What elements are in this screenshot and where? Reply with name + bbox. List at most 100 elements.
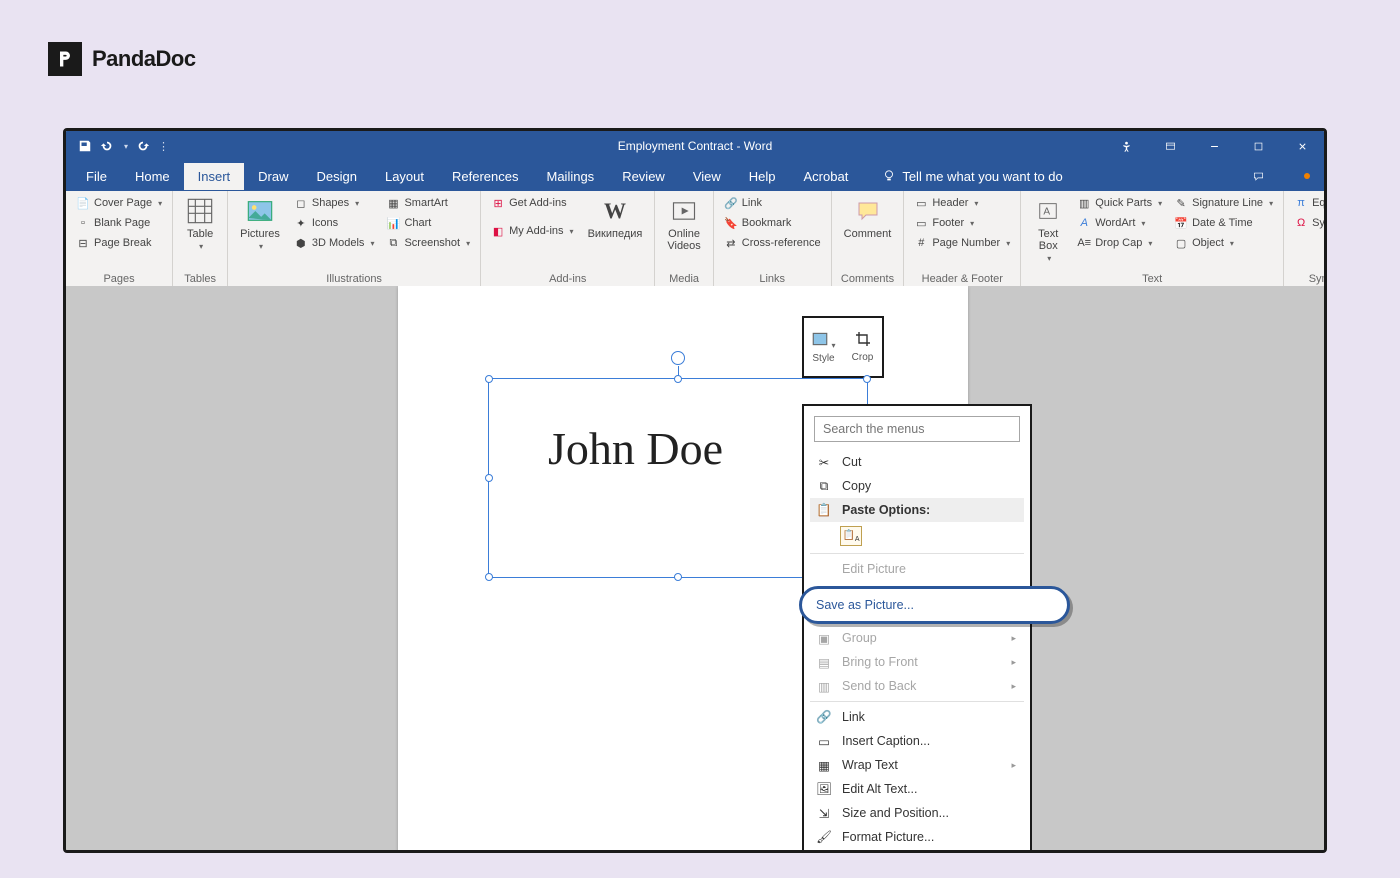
save-icon[interactable] (78, 139, 92, 153)
tab-references[interactable]: References (438, 163, 532, 190)
tab-design[interactable]: Design (303, 163, 371, 190)
accessibility-icon[interactable] (1104, 131, 1148, 161)
signature-line-button[interactable]: ✎Signature Line▾ (1170, 194, 1277, 212)
screenshot-button[interactable]: ⧉Screenshot▾ (382, 234, 474, 252)
equation-button[interactable]: πEquation▾ (1290, 194, 1327, 212)
ctx-send-back: ▥Send to Back▸ (810, 674, 1024, 698)
ctx-cut[interactable]: ✂Cut (810, 450, 1024, 474)
symbol-button[interactable]: ΩSymbol▾ (1290, 214, 1327, 232)
tab-file[interactable]: File (72, 163, 121, 190)
object-button[interactable]: ▢Object▾ (1170, 234, 1277, 252)
ctx-edit-alt[interactable]: 🖼Edit Alt Text... (810, 777, 1024, 801)
undo-dropdown[interactable]: ▾ (124, 142, 128, 151)
close-button[interactable] (1280, 131, 1324, 161)
table-button[interactable]: Table▾ (179, 194, 221, 253)
comment-button[interactable]: Comment (838, 194, 898, 242)
page-break-button[interactable]: ⊟Page Break (72, 234, 166, 252)
icons-icon: ✦ (294, 216, 308, 230)
ctx-edit-picture: Edit Picture (810, 557, 1024, 581)
online-videos-button[interactable]: Online Videos (661, 194, 706, 254)
tab-mailings[interactable]: Mailings (533, 163, 609, 190)
resize-handle[interactable] (485, 573, 493, 581)
smartart-button[interactable]: ▦SmartArt (382, 194, 474, 212)
tab-review[interactable]: Review (608, 163, 679, 190)
object-icon: ▢ (1174, 236, 1188, 250)
store-icon: ⊞ (491, 196, 505, 210)
ctx-link[interactable]: 🔗Link (810, 705, 1024, 729)
wordart-button[interactable]: AWordArt▾ (1073, 214, 1166, 232)
comments-icon[interactable] (1236, 161, 1280, 191)
dropcap-button[interactable]: A≡Drop Cap▾ (1073, 234, 1166, 252)
ctx-format-picture[interactable]: 🖌Format Picture... (810, 825, 1024, 849)
ctx-save-as-picture[interactable]: Save as Picture... (799, 586, 1070, 624)
footer-button[interactable]: ▭Footer▾ (910, 214, 1014, 232)
ctx-wrap-text[interactable]: ▦Wrap Text▸ (810, 753, 1024, 777)
tab-draw[interactable]: Draw (244, 163, 302, 190)
ctx-size-position[interactable]: ⇲Size and Position... (810, 801, 1024, 825)
pictures-button[interactable]: Pictures▾ (234, 194, 286, 253)
blank-page-button[interactable]: ▫Blank Page (72, 214, 166, 232)
group-text: A Text Box▾ ▥Quick Parts▾ AWordArt▾ A≡Dr… (1021, 191, 1284, 288)
undo-icon[interactable] (100, 139, 114, 153)
tab-insert[interactable]: Insert (184, 163, 245, 190)
page-number-button[interactable]: #Page Number▾ (910, 234, 1014, 252)
group-comments: Comment Comments (832, 191, 905, 288)
tab-home[interactable]: Home (121, 163, 184, 190)
redo-icon[interactable] (136, 139, 150, 153)
menu-search[interactable] (814, 416, 1020, 442)
get-addins-button[interactable]: ⊞Get Add-ins (487, 194, 577, 212)
tab-acrobat[interactable]: Acrobat (790, 163, 863, 190)
resize-handle[interactable] (485, 375, 493, 383)
tab-layout[interactable]: Layout (371, 163, 438, 190)
tell-me-search[interactable]: Tell me what you want to do (882, 169, 1062, 184)
quickparts-button[interactable]: ▥Quick Parts▾ (1073, 194, 1166, 212)
link-button[interactable]: 🔗Link (720, 194, 825, 212)
header-button[interactable]: ▭Header▾ (910, 194, 1014, 212)
textbox-button[interactable]: A Text Box▾ (1027, 194, 1069, 265)
icons-button[interactable]: ✦Icons (290, 214, 379, 232)
dropcap-icon: A≡ (1077, 236, 1091, 250)
datetime-button[interactable]: 📅Date & Time (1170, 214, 1277, 232)
tab-help[interactable]: Help (735, 163, 790, 190)
document-area[interactable]: ▾ Style Crop John Doe (66, 286, 1324, 850)
svg-text:A: A (1044, 207, 1051, 218)
ctx-insert-caption[interactable]: ▭Insert Caption... (810, 729, 1024, 753)
ribbon-display-icon[interactable] (1148, 131, 1192, 161)
maximize-button[interactable] (1236, 131, 1280, 161)
minimize-button[interactable] (1192, 131, 1236, 161)
crossref-button[interactable]: ⇄Cross-reference (720, 234, 825, 252)
wrap-icon: ▦ (816, 757, 832, 773)
bring-front-icon: ▤ (816, 654, 832, 670)
shapes-button[interactable]: ◻Shapes▾ (290, 194, 379, 212)
my-addins-button[interactable]: ◧My Add-ins▾ (487, 222, 577, 240)
resize-handle[interactable] (863, 375, 871, 383)
resize-handle[interactable] (674, 573, 682, 581)
brand-logo: PandaDoc (48, 42, 196, 76)
paste-keep-text-button[interactable]: 📋A (840, 526, 862, 546)
alt-text-icon: 🖼 (816, 781, 832, 797)
video-icon (669, 196, 699, 226)
rotate-handle[interactable] (671, 351, 685, 365)
copy-icon: ⧉ (816, 478, 832, 494)
scissors-icon: ✂ (816, 454, 832, 470)
wordart-icon: A (1077, 216, 1091, 230)
bookmark-button[interactable]: 🔖Bookmark (720, 214, 825, 232)
ctx-copy[interactable]: ⧉Copy (810, 474, 1024, 498)
menu-search-input[interactable] (814, 416, 1020, 442)
resize-handle[interactable] (485, 474, 493, 482)
notification-dot (1304, 173, 1310, 179)
style-button[interactable]: ▾ Style (804, 318, 843, 376)
textbox-icon: A (1033, 196, 1063, 226)
chart-button[interactable]: 📊Chart (382, 214, 474, 232)
page-break-icon: ⊟ (76, 236, 90, 250)
group-tables: Table▾ Tables (173, 191, 228, 288)
cover-page-button[interactable]: 📄Cover Page▾ (72, 194, 166, 212)
document-title: Employment Contract - Word (618, 139, 773, 153)
tab-view[interactable]: View (679, 163, 735, 190)
3d-models-button[interactable]: ⬢3D Models▾ (290, 234, 379, 252)
crop-button[interactable]: Crop (843, 318, 882, 376)
footer-icon: ▭ (914, 216, 928, 230)
wikipedia-button[interactable]: W Википедия (582, 194, 649, 242)
signature-text: John Doe (548, 422, 723, 475)
resize-handle[interactable] (674, 375, 682, 383)
